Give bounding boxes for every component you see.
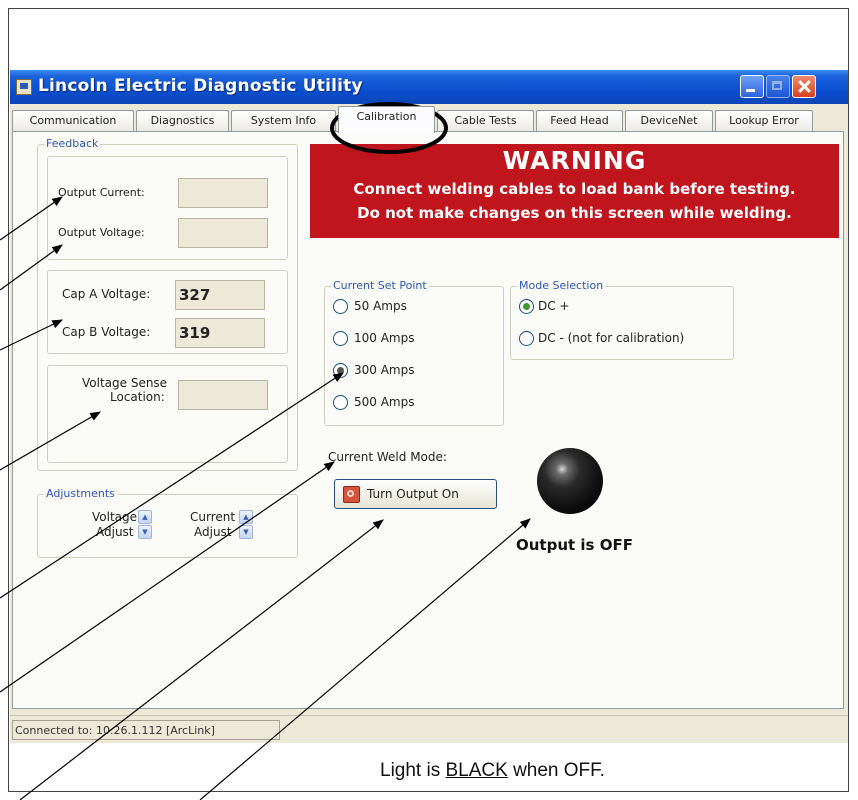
caption-prefix: Light is [380,760,446,781]
caption-emphasis: BLACK [445,760,508,781]
voltage-adjust-label-line1: Voltage [92,510,138,524]
tab-bar: Communication Diagnostics System Info Ca… [10,106,848,133]
current-adjust-label-line1: Current [190,510,236,524]
turn-output-on-button[interactable]: Turn Output On [334,479,497,509]
warning-line-2: Do not make changes on this screen while… [357,204,792,222]
output-status-light [537,448,603,514]
current-adjust-up-button[interactable]: ▲ [239,510,253,524]
warning-line-1: Connect welding cables to load bank befo… [353,180,796,198]
warning-title: WARNING [502,146,647,175]
feedback-legend: Feedback [44,137,101,150]
radio-50-amps-label[interactable]: 50 Amps [354,299,407,313]
radio-500-amps-label[interactable]: 500 Amps [354,395,415,409]
app-window: Lincoln Electric Diagnostic Utility Comm… [10,70,848,743]
radio-100-amps[interactable] [333,331,348,346]
caption-suffix: when OFF. [507,760,605,781]
radio-dc-plus[interactable] [519,299,534,314]
radio-300-amps[interactable] [333,363,348,378]
radio-100-amps-label[interactable]: 100 Amps [354,331,415,345]
radio-dc-minus[interactable] [519,331,534,346]
mode-selection-group: Mode Selection [510,279,734,360]
app-icon [16,79,32,95]
radio-50-amps[interactable] [333,299,348,314]
radio-dc-minus-label[interactable]: DC - (not for calibration) [538,331,684,345]
tab-system-info[interactable]: System Info [231,110,336,131]
current-adjust-label-line2: Adjust [194,525,232,539]
status-connection: Connected to: 10.26.1.112 [ArcLink] [12,720,280,740]
tab-cable-tests[interactable]: Cable Tests [437,110,534,131]
output-current-label: Output Current: [58,186,145,199]
tab-devicenet[interactable]: DeviceNet [625,110,713,131]
caption: Light is BLACK when OFF. [380,760,605,782]
voltage-sense-label-line1: Voltage Sense [82,376,168,390]
tab-feed-head[interactable]: Feed Head [536,110,623,131]
output-status-label: Output is OFF [516,536,633,554]
mode-selection-legend: Mode Selection [517,279,606,292]
voltage-adjust-up-button[interactable]: ▲ [138,510,152,524]
voltage-adjust-down-button[interactable]: ▼ [138,525,152,539]
tab-communication[interactable]: Communication [12,110,134,131]
current-weld-mode-label: Current Weld Mode: [328,450,447,464]
window-title: Lincoln Electric Diagnostic Utility [38,76,363,96]
radio-dc-plus-label[interactable]: DC + [538,299,570,313]
cap-b-field: 319 [175,318,265,348]
cap-a-label: Cap A Voltage: [62,287,151,301]
voltage-sense-label-line2: Location: [110,390,165,404]
power-icon [343,486,360,503]
radio-500-amps[interactable] [333,395,348,410]
cap-b-label: Cap B Voltage: [62,325,151,339]
current-adjust-down-button[interactable]: ▼ [239,525,253,539]
tab-diagnostics[interactable]: Diagnostics [136,110,229,131]
title-bar[interactable]: Lincoln Electric Diagnostic Utility [10,70,848,104]
output-voltage-label: Output Voltage: [58,226,145,239]
turn-output-on-label: Turn Output On [367,487,459,501]
cap-a-field: 327 [175,280,265,310]
tab-lookup-error[interactable]: Lookup Error [715,110,813,131]
radio-300-amps-label[interactable]: 300 Amps [354,363,415,377]
current-set-point-legend: Current Set Point [331,279,429,292]
maximize-button[interactable] [766,75,790,98]
minimize-button[interactable] [740,75,764,98]
voltage-adjust-label-line2: Adjust [96,525,134,539]
adjustments-legend: Adjustments [44,487,117,500]
warning-banner: WARNING Connect welding cables to load b… [310,144,839,238]
voltage-sense-field [178,380,268,410]
tab-calibration[interactable]: Calibration [338,106,435,133]
close-button[interactable] [792,75,816,98]
adjustments-group: Adjustments [37,487,298,558]
output-current-field [178,178,268,208]
status-bar: Connected to: 10.26.1.112 [ArcLink] [10,715,848,743]
output-voltage-field [178,218,268,248]
